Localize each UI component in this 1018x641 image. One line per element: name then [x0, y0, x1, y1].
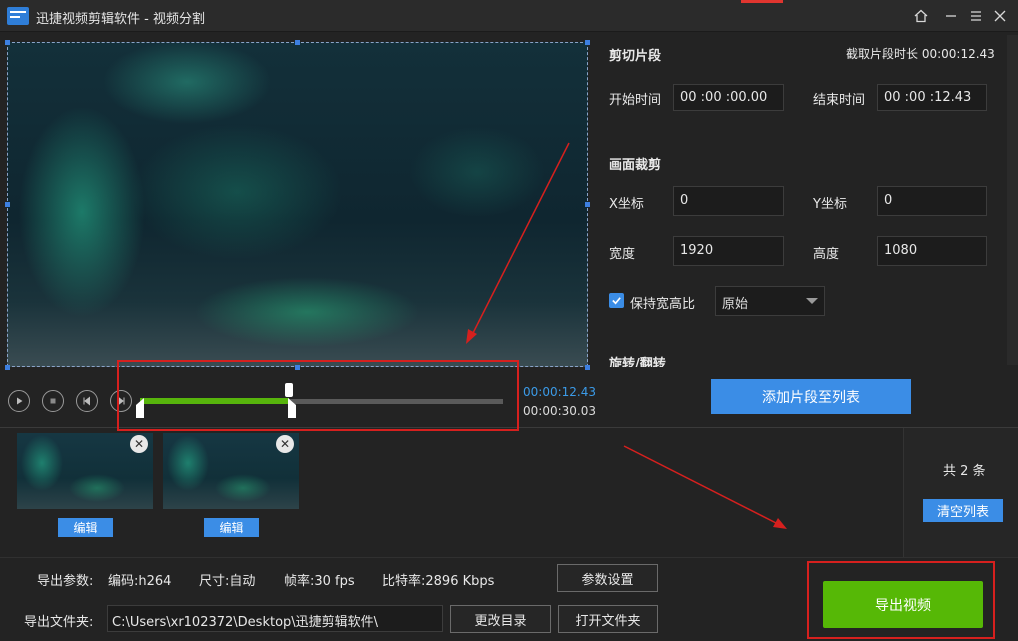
- width-field[interactable]: 1920: [673, 236, 784, 266]
- prev-frame-icon: [83, 396, 90, 406]
- edit-clip-button[interactable]: 编辑: [204, 518, 259, 537]
- width-label: 宽度: [609, 247, 636, 262]
- close-icon[interactable]: [988, 4, 1012, 28]
- crop-handle[interactable]: [5, 40, 10, 45]
- rotate-section-title: 旋转/翻转: [609, 357, 666, 367]
- clear-list-button[interactable]: 清空列表: [923, 499, 1003, 522]
- crop-frame[interactable]: [7, 42, 588, 367]
- total-time: 00:00:30.03: [523, 404, 596, 418]
- clip-count: 共 2 条: [943, 464, 986, 479]
- change-directory-button[interactable]: 更改目录: [450, 605, 551, 633]
- add-to-list-button[interactable]: 添加片段至列表: [711, 379, 911, 414]
- height-label: 高度: [813, 247, 840, 262]
- open-folder-button[interactable]: 打开文件夹: [558, 605, 658, 633]
- export-folder-path[interactable]: C:\Users\xr102372\Desktop\迅捷剪辑软件\: [107, 605, 443, 632]
- remove-clip-icon[interactable]: ✕: [276, 435, 294, 453]
- title-accent-bar: [741, 0, 783, 3]
- export-params-label: 导出参数:: [37, 574, 94, 589]
- keep-ratio-label[interactable]: 保持宽高比: [630, 293, 695, 312]
- prev-frame-button[interactable]: [76, 390, 98, 412]
- size-info: 尺寸:自动: [199, 574, 256, 589]
- crop-handle[interactable]: [585, 202, 590, 207]
- settings-scrollbar[interactable]: [1007, 35, 1018, 365]
- minimize-icon[interactable]: [939, 4, 963, 28]
- stop-icon: [50, 398, 56, 404]
- clip-duration: 截取片段时长 00:00:12.43: [846, 47, 995, 61]
- x-coordinate-label: X坐标: [609, 197, 644, 212]
- start-time-field[interactable]: 00 :00 :00.00: [673, 84, 784, 111]
- x-coordinate-field[interactable]: 0: [673, 186, 784, 216]
- remove-clip-icon[interactable]: ✕: [130, 435, 148, 453]
- crop-handle[interactable]: [585, 40, 590, 45]
- aspect-ratio-value: 原始: [722, 297, 749, 312]
- end-time-label: 结束时间: [813, 93, 866, 108]
- crop-handle[interactable]: [5, 365, 10, 370]
- menu-icon[interactable]: [964, 4, 988, 28]
- app-logo-icon: [7, 7, 29, 25]
- play-icon: [17, 397, 23, 405]
- keep-ratio-checkbox[interactable]: [609, 293, 624, 308]
- annotation-box-export: [807, 561, 995, 639]
- bitrate-info: 比特率:2896 Kbps: [382, 574, 495, 589]
- crop-handle[interactable]: [585, 365, 590, 370]
- window-title: 迅捷视频剪辑软件 - 视频分割: [36, 12, 205, 27]
- codec-info: 编码:h264: [108, 574, 172, 589]
- y-coordinate-label: Y坐标: [813, 197, 847, 212]
- checkmark-icon: [612, 297, 621, 305]
- clip-section-title: 剪切片段: [609, 49, 662, 64]
- start-time-label: 开始时间: [609, 93, 662, 108]
- end-time-field[interactable]: 00 :00 :12.43: [877, 84, 987, 111]
- title-bar: 迅捷视频剪辑软件 - 视频分割: [0, 0, 1018, 32]
- aspect-ratio-select[interactable]: 原始: [715, 286, 825, 316]
- y-coordinate-field[interactable]: 0: [877, 186, 987, 216]
- export-folder-label: 导出文件夹:: [24, 615, 94, 630]
- crop-handle[interactable]: [295, 40, 300, 45]
- stop-button[interactable]: [42, 390, 64, 412]
- clip-list-side: [903, 428, 1018, 557]
- crop-section-title: 画面裁剪: [609, 158, 662, 173]
- parameter-settings-button[interactable]: 参数设置: [557, 564, 658, 592]
- annotation-box-timeline: [117, 360, 519, 431]
- height-field[interactable]: 1080: [877, 236, 987, 266]
- play-button[interactable]: [8, 390, 30, 412]
- edit-clip-button[interactable]: 编辑: [58, 518, 113, 537]
- current-time: 00:00:12.43: [523, 385, 596, 399]
- chevron-down-icon: [806, 298, 818, 304]
- framerate-info: 帧率:30 fps: [284, 574, 355, 589]
- home-icon[interactable]: [909, 4, 933, 28]
- crop-handle[interactable]: [5, 202, 10, 207]
